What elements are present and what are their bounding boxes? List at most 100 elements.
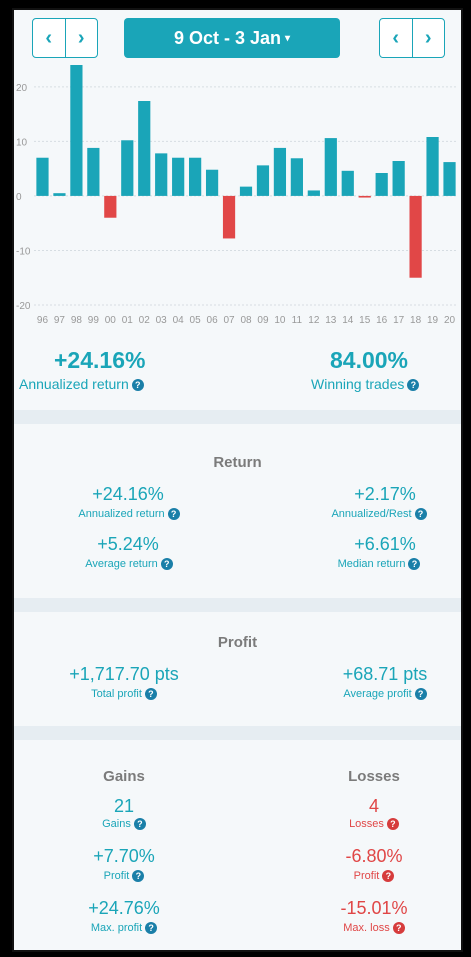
profit-section-title: Profit [217, 634, 258, 651]
help-icon[interactable]: ? [386, 818, 399, 831]
bar-15[interactable] [358, 195, 371, 198]
bar-01[interactable] [121, 140, 134, 196]
help-icon[interactable]: ? [160, 558, 173, 571]
x-tick-label: 07 [223, 315, 235, 326]
average-return-value: +5.24% [97, 534, 159, 554]
winning-trades-label: Winning trades? [311, 376, 420, 392]
x-tick-label: 09 [257, 315, 269, 326]
help-icon[interactable]: ? [144, 688, 157, 701]
max-profit-value: +24.76% [88, 898, 160, 918]
bar-04[interactable] [172, 157, 185, 196]
section-divider [14, 598, 461, 612]
bar-07[interactable] [222, 195, 236, 239]
help-icon[interactable]: ? [132, 870, 145, 883]
annualized-rest-value: +2.17% [354, 484, 416, 504]
prev-button[interactable]: ‹ [33, 19, 65, 57]
y-tick-label: -10 [16, 246, 31, 257]
x-tick-label: 19 [427, 315, 439, 326]
x-tick-label: 14 [342, 315, 354, 326]
bar-14[interactable] [341, 170, 354, 196]
bar-05[interactable] [189, 157, 202, 196]
bar-06[interactable] [205, 169, 219, 196]
x-tick-label: 97 [54, 315, 66, 326]
help-icon[interactable]: ? [145, 922, 158, 935]
bar-00[interactable] [104, 195, 117, 218]
x-tick-label: 16 [376, 315, 388, 326]
average-profit-label: Average profit? [300, 688, 470, 701]
date-range-label: 9 Oct - 3 Jan [173, 27, 281, 48]
bar-17[interactable] [392, 161, 405, 196]
gains-title: Gains [103, 768, 145, 785]
annualized-return-value: +24.16% [54, 347, 146, 373]
help-icon[interactable]: ? [382, 870, 395, 883]
help-icon[interactable]: ? [392, 922, 405, 935]
bar-96[interactable] [36, 157, 49, 196]
x-tick-label: 96 [37, 315, 49, 326]
x-tick-label: 99 [88, 315, 100, 326]
bar-16[interactable] [375, 173, 388, 196]
losses-count-label: Losses? [314, 818, 434, 831]
x-tick-label: 01 [122, 315, 134, 326]
annualized-rest-label: Annualized/Rest? [284, 508, 471, 521]
help-icon[interactable]: ? [133, 818, 146, 831]
chevron-down-icon: ▾ [285, 32, 291, 44]
max-loss-label: Max. loss? [314, 922, 434, 935]
nav-left-group: ‹ › [32, 18, 98, 58]
total-profit-label: Total profit? [34, 688, 214, 701]
x-tick-label: 12 [308, 315, 320, 326]
bar-12[interactable] [307, 190, 320, 196]
y-tick-label: 20 [16, 83, 28, 94]
losses-profit-label: Profit? [314, 870, 434, 883]
annualized-return-label: Annualized return? [19, 376, 144, 392]
next-button[interactable]: › [64, 19, 98, 57]
bar-97[interactable] [53, 193, 66, 196]
return-section-title: Return [213, 454, 262, 471]
next-button-right[interactable]: › [411, 19, 445, 57]
gains-profit-label: Profit? [64, 870, 184, 883]
gains-count-value: 21 [113, 796, 135, 816]
x-tick-label: 18 [410, 315, 422, 326]
x-tick-label: 03 [156, 315, 168, 326]
section-divider [14, 726, 461, 740]
bar-20[interactable] [443, 162, 456, 196]
x-tick-label: 10 [274, 315, 286, 326]
average-return-label: Average return? [34, 558, 224, 571]
average-profit-value: +68.71 pts [342, 664, 428, 684]
gains-profit-value: +7.70% [93, 846, 155, 866]
losses-profit-value: -6.80% [345, 846, 403, 866]
x-tick-label: 04 [173, 315, 185, 326]
x-tick-label: 08 [240, 315, 252, 326]
help-icon[interactable]: ? [167, 508, 180, 521]
bar-03[interactable] [155, 153, 168, 196]
bar-99[interactable] [87, 147, 100, 196]
help-icon[interactable]: ? [407, 379, 420, 392]
annual-returns-bar-chart: 20 10 0 -10 -20 96 97 98 99 00 01 02 03 04 05 06 07 08 09 1… [16, 65, 458, 326]
bar-18[interactable] [409, 195, 422, 278]
x-tick-label: 20 [444, 315, 456, 326]
bar-02[interactable] [138, 101, 151, 196]
gains-count-label: Gains? [64, 818, 184, 831]
total-profit-value: +1,717.70 pts [69, 664, 179, 684]
x-tick-label: 05 [190, 315, 202, 326]
bar-08[interactable] [239, 186, 253, 196]
max-profit-label: Max. profit? [64, 922, 184, 935]
date-range-dropdown[interactable]: 9 Oct - 3 Jan ▾ [124, 18, 340, 58]
bar-98[interactable] [70, 65, 83, 196]
help-icon[interactable]: ? [414, 688, 427, 701]
bar-09[interactable] [256, 165, 270, 196]
y-tick-label: 0 [16, 192, 22, 203]
bar-11[interactable] [290, 158, 303, 196]
median-return-label: Median return? [284, 558, 471, 571]
help-icon[interactable]: ? [408, 558, 421, 571]
return-annualized-label: Annualized return? [34, 508, 224, 521]
bar-19[interactable] [426, 137, 439, 196]
x-tick-label: 17 [393, 315, 405, 326]
help-icon[interactable]: ? [131, 379, 144, 392]
prev-button-right[interactable]: ‹ [380, 19, 412, 57]
help-icon[interactable]: ? [414, 508, 427, 521]
bar-10[interactable] [273, 147, 287, 196]
max-loss-value: -15.01% [340, 898, 408, 918]
x-tick-label: 00 [105, 315, 117, 326]
winning-trades-value: 84.00% [330, 347, 409, 373]
bar-13[interactable] [324, 138, 337, 196]
